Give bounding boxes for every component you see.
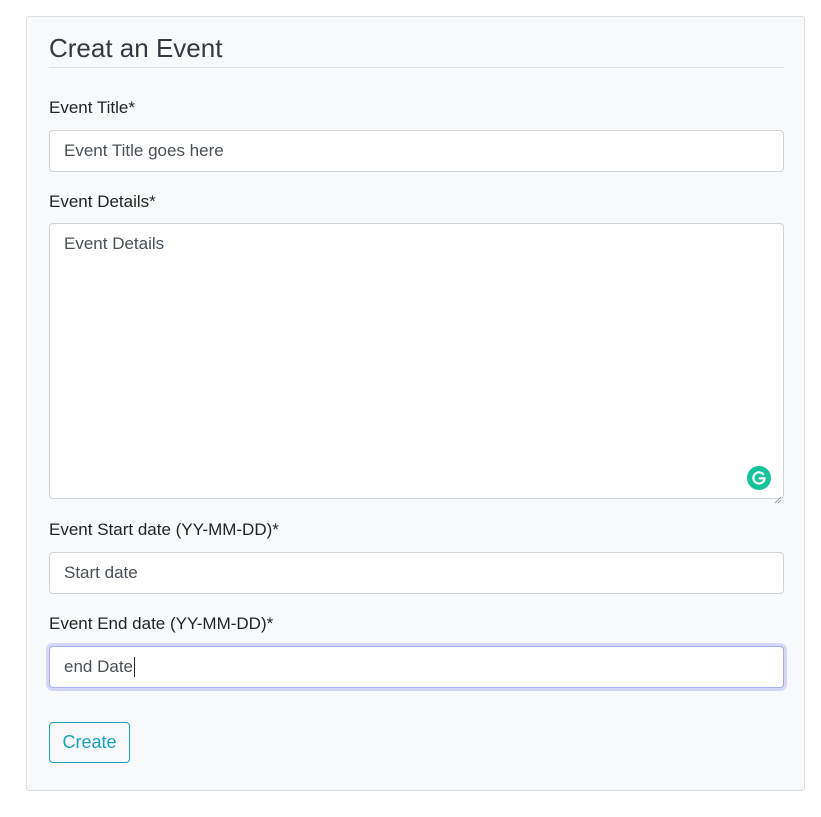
create-button[interactable]: Create — [49, 722, 130, 763]
event-title-input[interactable]: Event Title goes here — [49, 130, 784, 172]
page-title: Creat an Event — [49, 33, 223, 63]
grammarly-g-icon[interactable] — [747, 466, 771, 490]
event-details-textarea[interactable]: Event Details — [49, 223, 784, 504]
title-divider — [49, 67, 784, 68]
event-details-label: Event Details* — [49, 192, 156, 211]
start-date-input[interactable]: Start date — [49, 552, 784, 594]
start-date-placeholder: Start date — [64, 563, 138, 582]
text-caret — [134, 657, 135, 677]
event-title-placeholder: Event Title goes here — [64, 141, 224, 160]
event-details-placeholder: Event Details — [64, 234, 165, 253]
end-date-value: end Date — [64, 657, 133, 676]
start-date-label: Event Start date (YY-MM-DD)* — [49, 520, 279, 539]
end-date-input[interactable]: end Date — [49, 646, 784, 688]
create-event-card: Creat an Event Event Title* Event Title … — [26, 16, 805, 791]
resize-handle-icon[interactable] — [774, 489, 782, 504]
event-title-label: Event Title* — [49, 98, 135, 117]
end-date-label: Event End date (YY-MM-DD)* — [49, 614, 274, 633]
